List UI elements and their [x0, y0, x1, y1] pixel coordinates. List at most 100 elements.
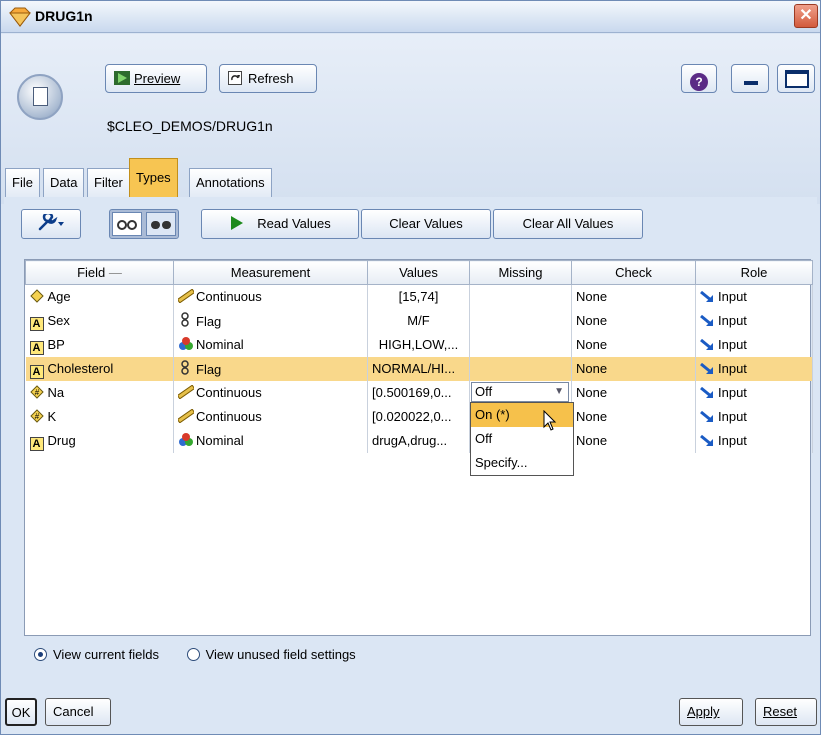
view-current-fields-option[interactable]: View current fields [34, 647, 159, 662]
measurement-cell[interactable]: Nominal [173, 428, 368, 453]
check-cell[interactable]: None [571, 404, 696, 429]
preview-button[interactable]: Preview [105, 64, 207, 93]
field-cell[interactable]: Age [25, 284, 174, 309]
missing-option-specify[interactable]: Specify... [471, 451, 573, 475]
reset-button[interactable]: Reset [755, 698, 817, 726]
number-diamond-icon: # [29, 409, 44, 423]
column-header-field[interactable]: Field — [25, 260, 174, 285]
table-row[interactable]: # Na Continuous [0.500169,0... None Input [25, 380, 813, 405]
role-cell[interactable]: Input [695, 380, 813, 405]
number-diamond-icon: # [29, 385, 44, 399]
check-cell[interactable]: None [571, 284, 696, 309]
read-values-button[interactable]: Read Values [201, 209, 359, 239]
values-cell[interactable]: [15,74] [367, 284, 470, 309]
view-options: View current fields View unused field se… [34, 647, 356, 662]
input-arrow-icon [700, 434, 714, 449]
unlink-toggle-button[interactable] [145, 212, 176, 236]
tab-types[interactable]: Types [129, 158, 178, 198]
role-cell[interactable]: Input [695, 428, 813, 453]
check-cell[interactable]: None [571, 380, 696, 405]
check-cell[interactable]: None [571, 356, 696, 381]
column-header-missing[interactable]: Missing [469, 260, 572, 285]
missing-cell[interactable] [469, 356, 572, 381]
values-cell[interactable]: [0.500169,0... [367, 380, 470, 405]
missing-option-off[interactable]: Off [471, 427, 573, 451]
field-cell[interactable]: A Cholesterol [25, 356, 174, 381]
dialog-window: DRUG1n ✕ Preview Refresh ? $CLEO_DEMOS/D… [0, 0, 821, 735]
field-cell[interactable]: A Sex [25, 308, 174, 333]
table-row[interactable]: A Cholesterol Flag NORMAL/HI... None Input [25, 356, 813, 381]
refresh-button[interactable]: Refresh [219, 64, 317, 93]
values-cell[interactable]: drugA,drug... [367, 428, 470, 453]
missing-cell[interactable] [469, 308, 572, 333]
clear-values-button[interactable]: Clear Values [361, 209, 491, 239]
values-cell[interactable]: [0.020022,0... [367, 404, 470, 429]
role-cell[interactable]: Input [695, 332, 813, 357]
close-button[interactable]: ✕ [794, 4, 818, 28]
values-cell[interactable]: HIGH,LOW,... [367, 332, 470, 357]
ok-button[interactable]: OK [5, 698, 37, 726]
tab-data[interactable]: Data [43, 168, 85, 198]
minimize-button[interactable] [731, 64, 769, 93]
field-cell[interactable]: # K [25, 404, 174, 429]
wrench-icon [38, 211, 64, 231]
tools-menu-button[interactable] [21, 209, 81, 239]
measurement-cell[interactable]: Continuous [173, 380, 368, 405]
field-cell[interactable]: A Drug [25, 428, 174, 453]
svg-text:#: # [34, 388, 39, 397]
missing-select[interactable]: Off ▼ [471, 382, 569, 402]
check-cell[interactable]: None [571, 428, 696, 453]
string-a-icon: A [29, 435, 44, 451]
clear-all-values-button[interactable]: Clear All Values [493, 209, 643, 239]
role-cell[interactable]: Input [695, 404, 813, 429]
view-unused-fields-option[interactable]: View unused field settings [186, 647, 356, 662]
close-icon: ✕ [799, 7, 813, 24]
ruler-icon [176, 384, 196, 400]
role-cell[interactable]: Input [695, 356, 813, 381]
maximize-button[interactable] [777, 64, 815, 93]
measurement-cell[interactable]: Flag [173, 308, 368, 333]
table-row[interactable]: A Drug Nominal drugA,drug... None Input [25, 428, 813, 453]
cancel-button[interactable]: Cancel [45, 698, 111, 726]
refresh-icon [228, 71, 242, 85]
tab-file[interactable]: File [5, 168, 40, 198]
tab-filter[interactable]: Filter [87, 168, 130, 198]
measurement-cell[interactable]: Nominal [173, 332, 368, 357]
input-arrow-icon [700, 338, 714, 353]
values-cell[interactable]: M/F [367, 308, 470, 333]
column-header-values[interactable]: Values [367, 260, 470, 285]
table-row[interactable]: # K Continuous [0.020022,0... None Input [25, 404, 813, 429]
field-cell[interactable]: A BP [25, 332, 174, 357]
column-header-role[interactable]: Role [695, 260, 813, 285]
missing-option-on[interactable]: On (*) [471, 403, 573, 427]
mouse-cursor-icon [543, 410, 557, 431]
role-cell[interactable]: Input [695, 284, 813, 309]
check-cell[interactable]: None [571, 332, 696, 357]
node-type-icon [17, 74, 63, 120]
help-button[interactable]: ? [681, 64, 717, 93]
string-a-icon: A [29, 363, 44, 379]
missing-cell[interactable] [469, 332, 572, 357]
field-cell[interactable]: # Na [25, 380, 174, 405]
maximize-icon [785, 70, 809, 88]
radio-selected-icon [34, 648, 47, 661]
missing-cell[interactable] [469, 284, 572, 309]
measurement-cell[interactable]: Flag [173, 356, 368, 381]
apply-button[interactable]: Apply [679, 698, 743, 726]
link-toggle-button[interactable] [112, 212, 143, 236]
tab-annotations[interactable]: Annotations [189, 168, 272, 198]
table-row[interactable]: A Sex Flag M/F None Input [25, 308, 813, 333]
column-header-measurement[interactable]: Measurement [173, 260, 368, 285]
measurement-cell[interactable]: Continuous [173, 284, 368, 309]
types-panel: Read Values Clear Values Clear All Value… [4, 197, 817, 677]
table-row[interactable]: A BP Nominal HIGH,LOW,... None Input [25, 332, 813, 357]
title-bar: DRUG1n ✕ [1, 1, 820, 33]
column-header-check[interactable]: Check [571, 260, 696, 285]
sort-icon: — [108, 265, 122, 280]
values-cell[interactable]: NORMAL/HI... [367, 356, 470, 381]
table-row[interactable]: Age Continuous [15,74] None Input [25, 284, 813, 309]
role-cell[interactable]: Input [695, 308, 813, 333]
measurement-cell[interactable]: Continuous [173, 404, 368, 429]
check-cell[interactable]: None [571, 308, 696, 333]
dialog-header: Preview Refresh ? $CLEO_DEMOS/DRUG1n Fil… [1, 34, 820, 204]
